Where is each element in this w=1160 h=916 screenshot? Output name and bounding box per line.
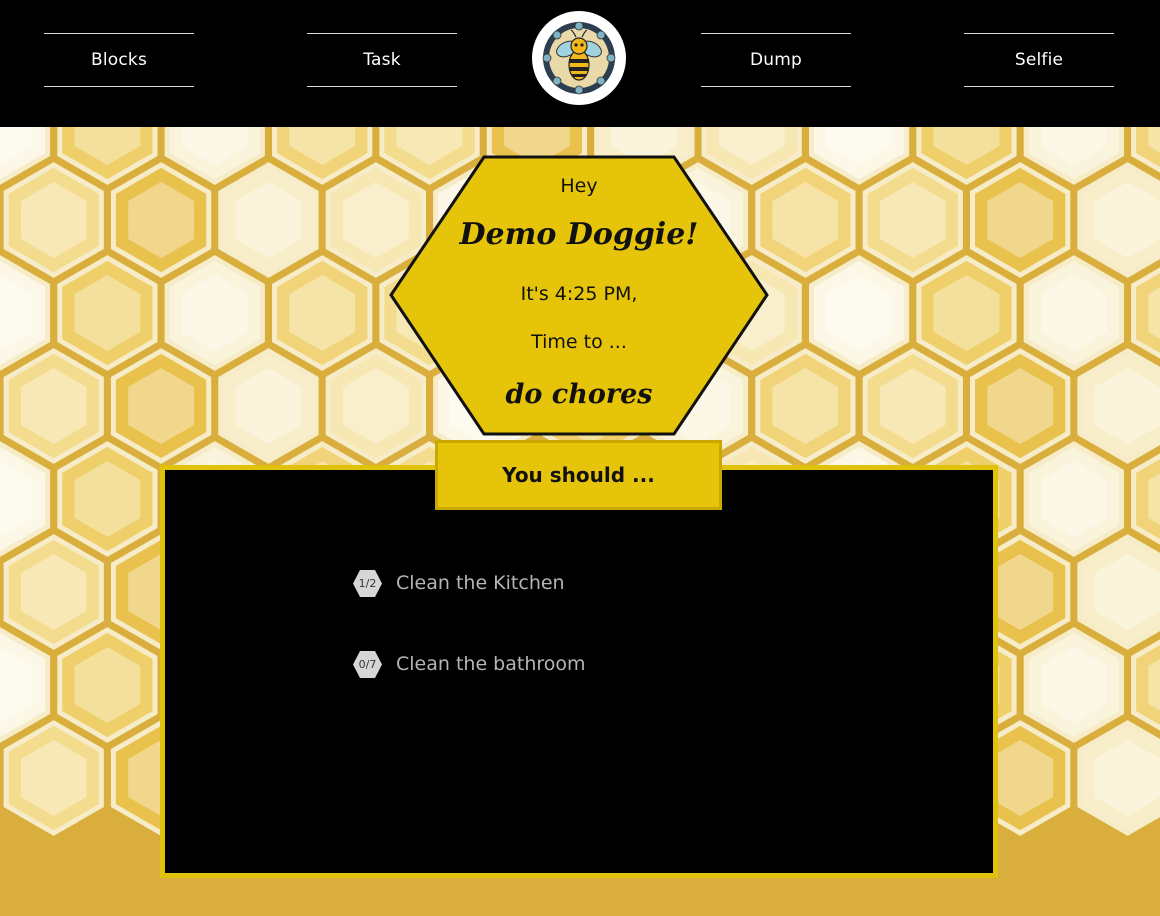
progress-hex-badge: 1/2 xyxy=(352,568,383,599)
time-to-label: Time to ... xyxy=(531,331,627,353)
panel-title: You should ... xyxy=(435,440,722,510)
current-activity: do chores xyxy=(505,379,653,410)
task-progress: 0/7 xyxy=(358,657,377,671)
bee-icon xyxy=(542,21,616,95)
nav-dump-button[interactable]: Dump xyxy=(701,33,851,87)
nav-blocks-button[interactable]: Blocks xyxy=(44,33,194,87)
top-navigation-bar: Blocks Task Dump Selfie xyxy=(0,0,1160,127)
task-label: Clean the bathroom xyxy=(396,653,586,675)
task-label: Clean the Kitchen xyxy=(396,572,565,594)
bee-logo[interactable] xyxy=(532,11,626,105)
greeting-hey: Hey xyxy=(560,175,598,197)
greeting-hexagon: Hey Demo Doggie! It's 4:25 PM, Time to .… xyxy=(389,155,769,436)
progress-hex-badge: 0/7 xyxy=(352,649,383,680)
nav-task-button[interactable]: Task xyxy=(307,33,457,87)
user-name: Demo Doggie! xyxy=(459,217,699,252)
task-progress: 1/2 xyxy=(358,576,377,590)
current-time: It's 4:25 PM, xyxy=(520,283,638,305)
nav-selfie-button[interactable]: Selfie xyxy=(964,33,1114,87)
task-item-clean-kitchen[interactable]: 1/2 Clean the Kitchen xyxy=(352,567,565,599)
task-item-clean-bathroom[interactable]: 0/7 Clean the bathroom xyxy=(352,648,586,680)
